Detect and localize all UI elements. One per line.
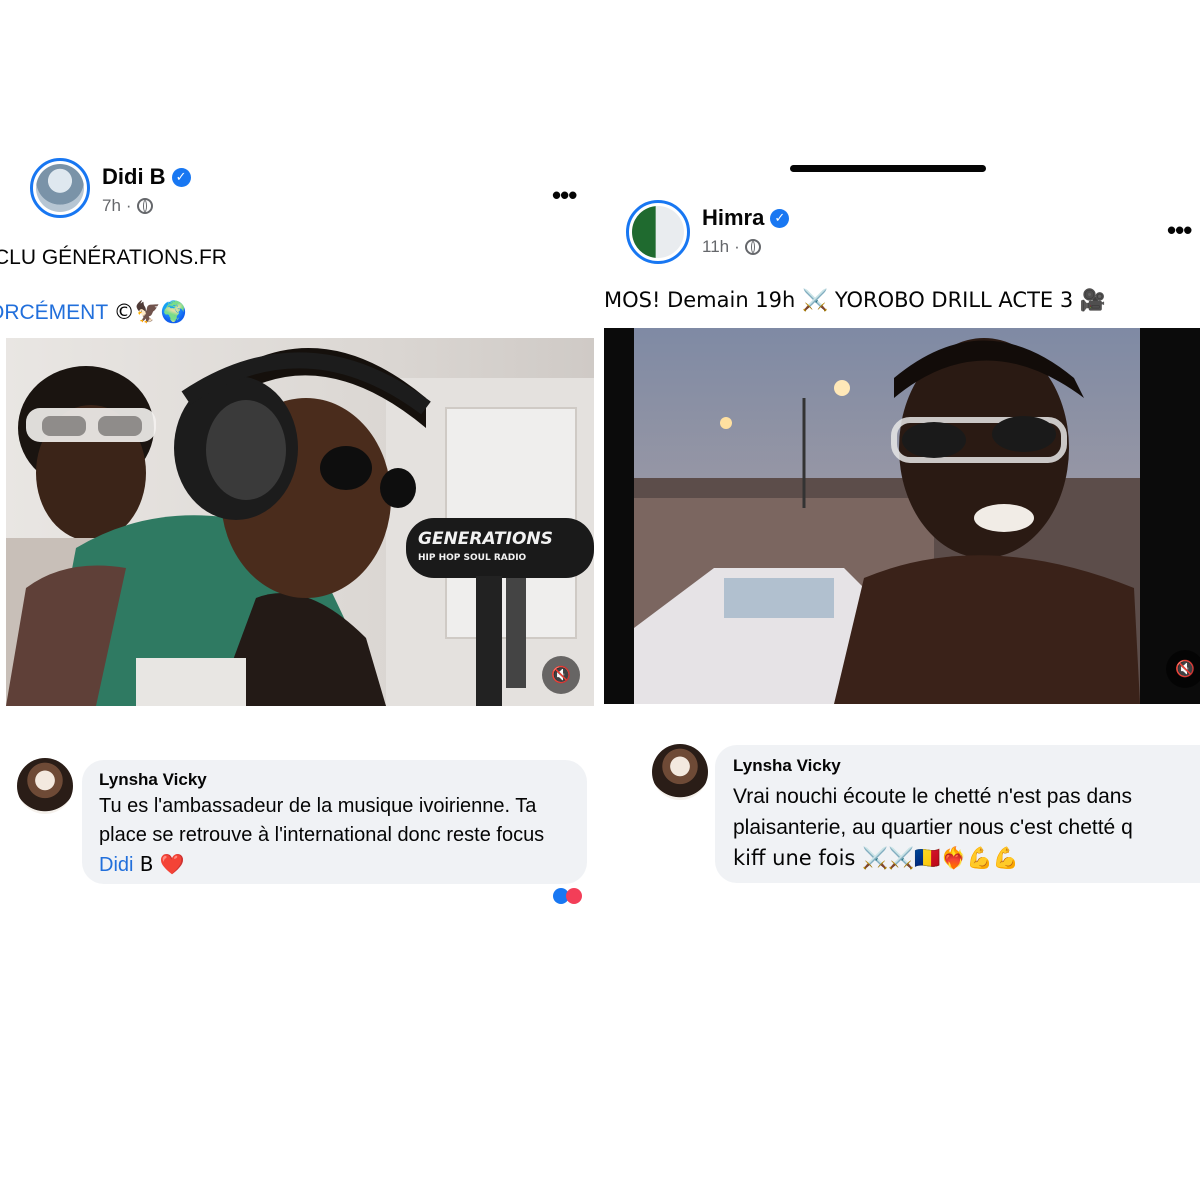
post-meta: 7h · <box>102 196 153 216</box>
meta-separator: · <box>125 196 132 215</box>
commenter-avatar[interactable] <box>17 758 73 814</box>
comment-bubble: Lynsha Vicky Vrai nouchi écoute le chett… <box>715 745 1200 883</box>
mute-icon[interactable]: 🔇 <box>542 656 580 694</box>
author-name-text[interactable]: Didi B <box>102 164 166 190</box>
comment-bubble: Lynsha Vicky Tu es l'ambassadeur de la m… <box>82 760 587 884</box>
comment-text-line1: Vrai nouchi écoute le chetté n'est pas d… <box>733 785 1132 808</box>
post-time[interactable]: 11h <box>702 237 729 257</box>
reaction-icons[interactable] <box>553 888 587 904</box>
verified-badge-icon: ✓ <box>770 208 790 228</box>
comment-text-line3: kiff une fois ⚔️⚔️🇷🇴❤️‍🔥💪💪 <box>733 846 1019 870</box>
post-meta: 11h · <box>702 237 761 257</box>
caption-emojis: ©🦅🌍 <box>113 300 187 324</box>
mute-icon[interactable]: 🔇 <box>1166 650 1200 688</box>
himra-avatar[interactable] <box>626 200 690 264</box>
left-screenshot-panel: Didi B ✓ 7h · ••• CLU GÉNÉRATIONS.FR ORC… <box>0 0 600 1200</box>
comment-text-line2: plaisanterie, au quartier nous c'est che… <box>733 816 1133 839</box>
video-frame-illustration <box>634 328 1140 704</box>
comment-author[interactable]: Lynsha Vicky <box>733 756 841 776</box>
more-options-icon[interactable]: ••• <box>552 180 577 211</box>
post-caption-line1: CLU GÉNÉRATIONS.FR <box>0 246 227 269</box>
verified-badge-icon: ✓ <box>171 167 191 187</box>
post-caption: MOS! Demain 19h ⚔️ YOROBO DRILL ACTE 3 🎥 <box>604 288 1106 313</box>
more-options-icon[interactable]: ••• <box>1167 215 1192 246</box>
comment-text: Tu es l'ambassadeur de la musique ivoiri… <box>99 792 579 880</box>
post-time[interactable]: 7h <box>102 196 121 216</box>
post-caption-line2: ORCÉMENT ©🦅🌍 <box>0 300 187 325</box>
caption-text: MOS! Demain 19h ⚔️ YOROBO DRILL ACTE 3 🎥 <box>604 288 1107 312</box>
commenter-avatar[interactable] <box>652 744 708 800</box>
globe-icon <box>744 239 761 255</box>
globe-icon <box>136 198 153 214</box>
comment-text-body: Tu es l'ambassadeur de la musique ivoiri… <box>99 795 545 846</box>
video-mic-subtext: HIP HOP SOUL RADIO <box>418 553 527 563</box>
comment-text-tail: B ❤️ <box>133 852 185 876</box>
video-mic-text: GENERATIONS <box>418 529 553 549</box>
author-name-text[interactable]: Himra <box>702 205 764 231</box>
video-frame-illustration: GENERATIONS HIP HOP SOUL RADIO <box>6 348 594 706</box>
meta-separator: · <box>734 237 740 256</box>
caption-hashtag[interactable]: ORCÉMENT <box>0 301 108 324</box>
didi-b-avatar[interactable] <box>30 158 90 218</box>
comment-mention[interactable]: Didi <box>99 854 133 876</box>
post-author-name[interactable]: Didi B ✓ <box>102 164 191 190</box>
right-screenshot-panel: Himra ✓ 11h · ••• MOS! Demain 19h ⚔️ YOR… <box>600 0 1200 1200</box>
post-video[interactable]: 🔇 <box>604 328 1200 704</box>
love-reaction-icon <box>566 888 582 904</box>
post-author-name[interactable]: Himra ✓ <box>702 205 790 231</box>
post-video[interactable]: GENERATIONS HIP HOP SOUL RADIO 🔇 <box>6 338 594 706</box>
comment-author[interactable]: Lynsha Vicky <box>99 770 207 790</box>
